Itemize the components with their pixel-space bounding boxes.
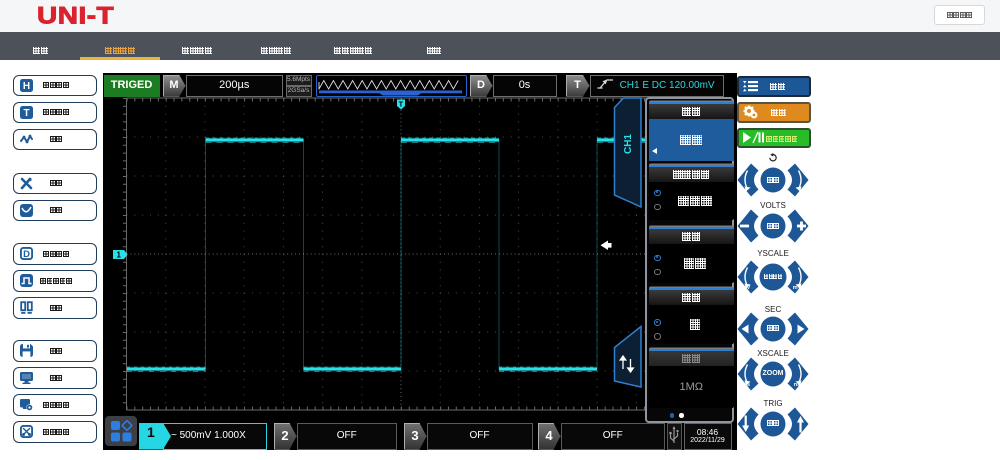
- svg-text:mV: mV: [793, 285, 802, 291]
- svg-text:H: H: [22, 81, 29, 92]
- svg-text:s: s: [747, 382, 750, 388]
- svg-text:ns: ns: [794, 382, 800, 388]
- svg-text:CH1: CH1: [623, 134, 634, 154]
- svg-text:1: 1: [117, 251, 122, 260]
- svg-text:V: V: [747, 285, 751, 291]
- svg-text:D: D: [23, 249, 30, 260]
- svg-text:T: T: [23, 108, 29, 119]
- svg-text:T: T: [399, 102, 404, 109]
